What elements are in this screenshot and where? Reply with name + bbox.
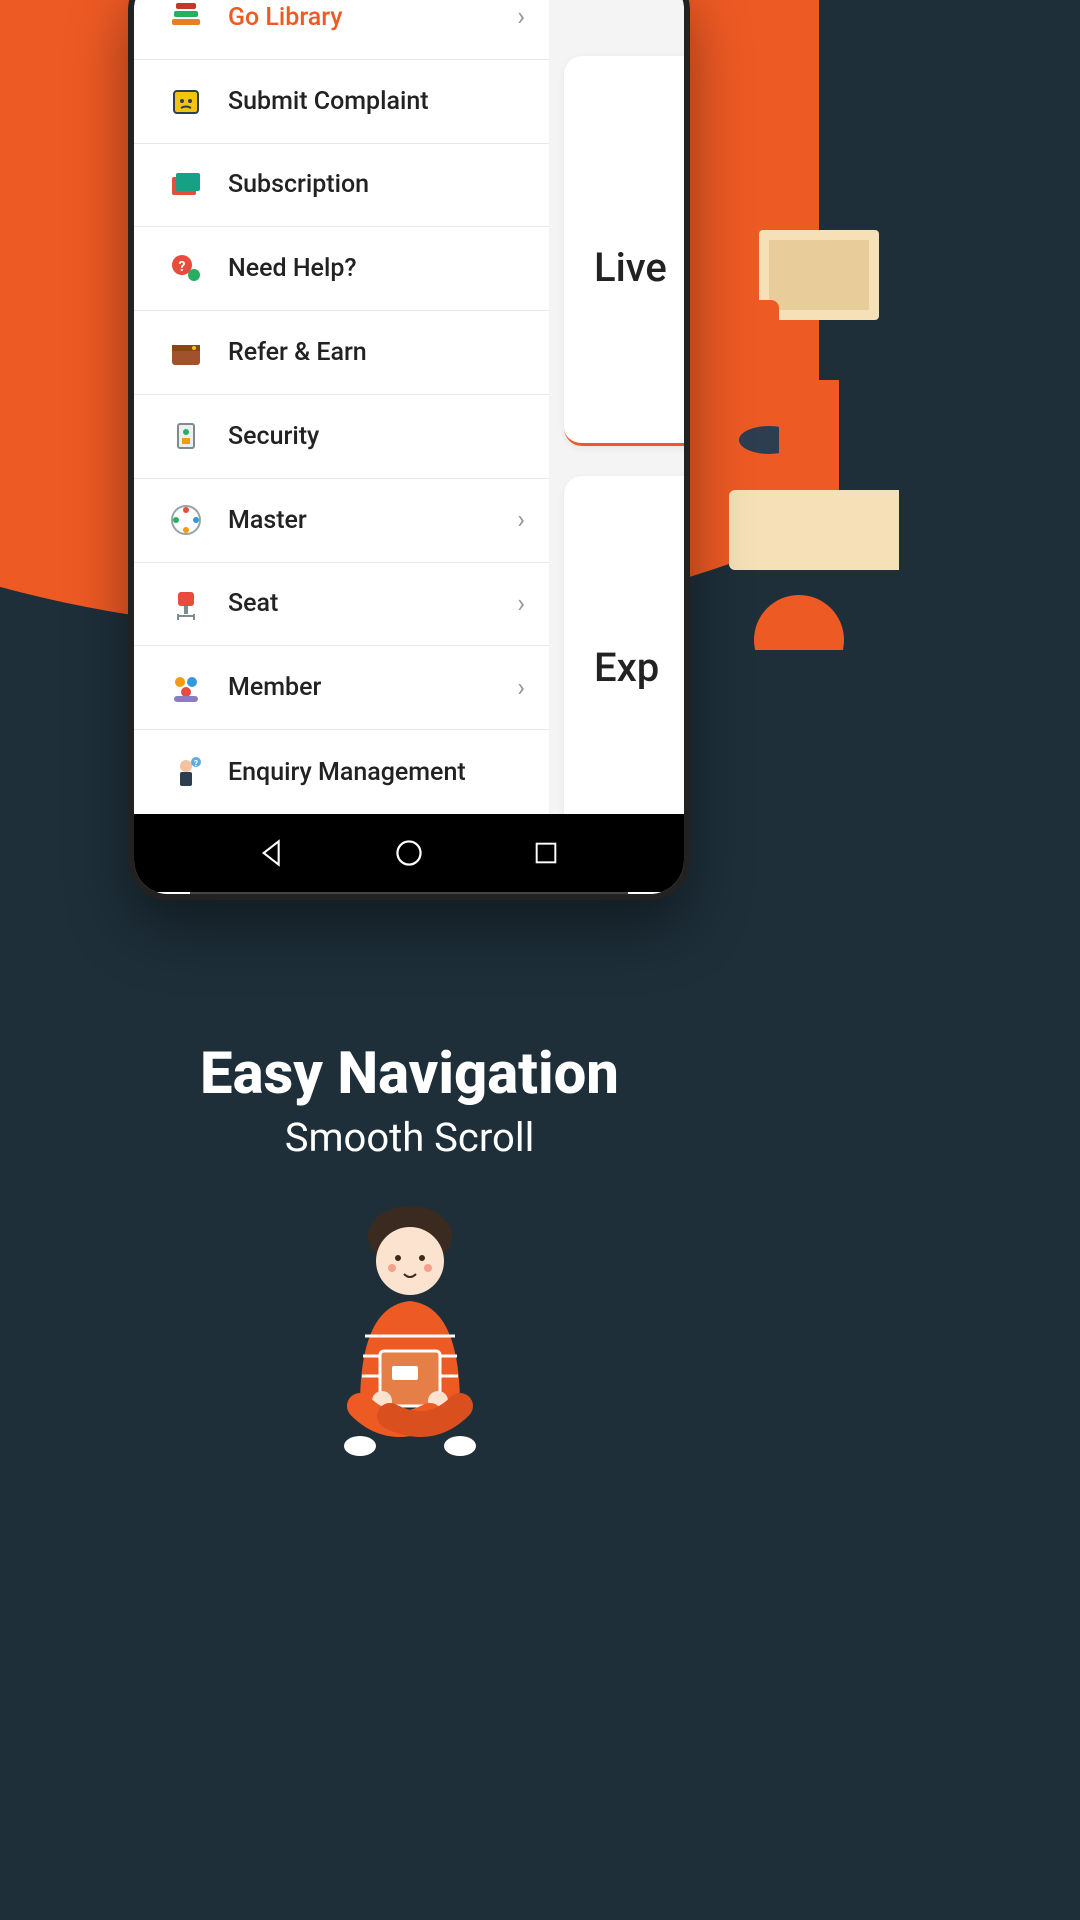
- complaint-icon: [168, 83, 204, 119]
- nav-item-member[interactable]: Member ›: [134, 646, 549, 730]
- nav-label: Subscription: [228, 170, 525, 199]
- card-live[interactable]: Live: [564, 56, 684, 446]
- marketing-text-block: Easy Navigation Smooth Scroll: [0, 1040, 819, 1161]
- books-icon: [168, 0, 204, 35]
- master-icon: [168, 502, 204, 538]
- nav-item-master[interactable]: Master ›: [134, 479, 549, 563]
- svg-text:?: ?: [194, 759, 198, 768]
- chevron-right-icon: ›: [517, 589, 525, 619]
- nav-label: Enquiry Management: [228, 758, 525, 787]
- nav-label: Seat: [228, 589, 517, 618]
- illustration-reader-right: [699, 200, 899, 650]
- svg-text:?: ?: [179, 259, 186, 275]
- nav-item-security[interactable]: Security: [134, 395, 549, 479]
- member-icon: [168, 670, 204, 706]
- refer-icon: [168, 335, 204, 371]
- nav-label: Refer & Earn: [228, 338, 525, 367]
- phone-frame: Live Exp Go Library ›: [128, 0, 690, 900]
- nav-item-go-library[interactable]: Go Library ›: [134, 0, 549, 60]
- nav-label: Need Help?: [228, 254, 525, 283]
- nav-label: Go Library: [228, 3, 517, 32]
- nav-label: Member: [228, 673, 517, 702]
- phone-screen: Live Exp Go Library ›: [134, 0, 684, 814]
- nav-item-seat[interactable]: Seat ›: [134, 563, 549, 647]
- card-live-label: Live: [594, 244, 684, 291]
- nav-item-need-help[interactable]: ? Need Help?: [134, 227, 549, 311]
- wallet-icon: [168, 167, 204, 203]
- main-content-partial: Live Exp: [549, 0, 684, 814]
- sidebar-nav: Go Library › Submit Complaint Subscripti…: [134, 0, 549, 814]
- marketing-subtitle: Smooth Scroll: [0, 1114, 819, 1161]
- chevron-right-icon: ›: [517, 2, 525, 32]
- marketing-title: Easy Navigation: [0, 1040, 819, 1108]
- nav-item-enquiry[interactable]: ? Enquiry Management: [134, 730, 549, 814]
- security-icon: [168, 418, 204, 454]
- android-recent-icon[interactable]: [528, 835, 564, 871]
- android-home-icon[interactable]: [391, 835, 427, 871]
- seat-icon: [168, 586, 204, 622]
- illustration-reader-bottom: [300, 1206, 520, 1466]
- nav-item-refer-earn[interactable]: Refer & Earn: [134, 311, 549, 395]
- help-icon: ?: [168, 251, 204, 287]
- chevron-right-icon: ›: [517, 505, 525, 535]
- nav-item-submit-complaint[interactable]: Submit Complaint: [134, 60, 549, 144]
- android-back-icon[interactable]: [254, 835, 290, 871]
- enquiry-icon: ?: [168, 754, 204, 790]
- card-exp[interactable]: Exp: [564, 476, 684, 814]
- nav-label: Security: [228, 422, 525, 451]
- nav-item-subscription[interactable]: Subscription: [134, 144, 549, 228]
- android-nav-bar: [134, 814, 684, 892]
- nav-label: Master: [228, 506, 517, 535]
- card-exp-label: Exp: [594, 644, 684, 691]
- nav-label: Submit Complaint: [228, 87, 525, 116]
- chevron-right-icon: ›: [517, 673, 525, 703]
